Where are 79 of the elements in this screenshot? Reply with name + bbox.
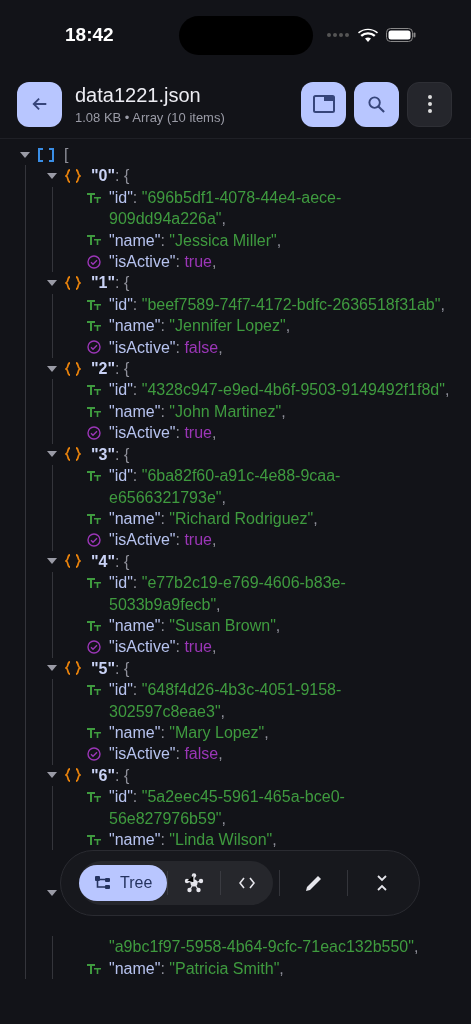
- collapse-chevrons-icon: [375, 875, 388, 892]
- json-field-line: "isActive": false,: [109, 337, 224, 358]
- object-braces-icon: [65, 361, 81, 376]
- json-field-line: "name": "Richard Rodriguez",: [109, 508, 319, 529]
- json-field-line: "id": "4328c947-e9ed-4b6f-9503-9149492f1f8d",: [109, 380, 451, 401]
- text-type-icon: [87, 469, 101, 482]
- json-field-line: "name": "Linda Wilson",: [109, 830, 278, 850]
- json-field-line: "isActive": true,: [109, 530, 218, 551]
- object-key: "4": {: [91, 550, 130, 573]
- file-info: 1.08 KB • Array (10 items): [75, 109, 226, 125]
- text-type-icon: [87, 683, 101, 696]
- check-circle-icon: [87, 254, 101, 269]
- object-key: "3": {: [91, 443, 130, 466]
- json-field-line: "isActive": false,: [109, 744, 224, 765]
- json-field-line: "name": "Susan Brown",: [109, 615, 282, 636]
- json-field-line: "name": "Patricia Smith",: [109, 958, 285, 979]
- object-braces-icon: [65, 554, 81, 569]
- file-title: data1221.json: [75, 83, 202, 107]
- object-braces-icon: [65, 661, 81, 676]
- text-type-icon: [87, 512, 101, 525]
- text-type-icon: [87, 833, 101, 846]
- json-field-line: "id": "648f4d26-4b3c-4051-9158-302597c8eae3",: [109, 680, 343, 722]
- json-field-line: "id": "6ba82f60-a91c-4e88-9caa-e6566321793e",: [109, 466, 342, 508]
- json-field-line: "isActive": true,: [109, 252, 218, 273]
- json-field-line: "isActive": true,: [109, 423, 218, 444]
- json-field-line: "name": "Mary Lopez",: [109, 722, 270, 743]
- text-type-icon: [87, 384, 101, 397]
- search-icon: [367, 94, 386, 114]
- check-circle-icon: [87, 640, 101, 655]
- check-circle-icon: [87, 533, 101, 547]
- text-type-icon: [87, 405, 101, 418]
- tree-icon: [95, 876, 111, 891]
- text-type-icon: [87, 319, 101, 332]
- text-type-icon: [87, 962, 101, 975]
- json-field-line: "id": "5a2eec45-5961-465a-bce0-56e827976b59",: [109, 787, 346, 829]
- panel-button[interactable]: [301, 81, 346, 127]
- text-type-icon: [87, 298, 101, 311]
- object-braces-icon: [65, 169, 81, 184]
- text-type-icon: [87, 790, 101, 803]
- text-type-icon: [87, 619, 101, 632]
- json-field-line: "id": "beef7589-74f7-4172-bdfc-2636518f31ab",: [109, 294, 446, 315]
- pencil-icon: [304, 874, 323, 893]
- object-key: "2": {: [91, 358, 130, 380]
- back-arrow-icon: [30, 95, 49, 113]
- object-key: "1": {: [91, 272, 130, 294]
- array-bracket: [: [64, 145, 69, 165]
- check-circle-icon: [87, 425, 101, 440]
- json-field-line: "id": "e77b2c19-e769-4606-b83e-5033b9a9fecb",: [109, 573, 347, 615]
- text-type-icon: [87, 234, 101, 247]
- window-icon: [312, 95, 335, 113]
- json-field-line: "isActive": true,: [109, 637, 218, 658]
- more-icon: [427, 95, 432, 113]
- clock-time: 18:42: [65, 24, 115, 46]
- object-key: "0": {: [91, 165, 130, 187]
- battery-icon: [386, 28, 416, 42]
- network-icon: [184, 873, 205, 894]
- check-circle-icon: [87, 340, 101, 355]
- json-field-line: "name": "Jennifer Lopez",: [109, 316, 292, 337]
- json-field-line: "name": "John Martinez",: [109, 401, 287, 422]
- json-field-line: "id": "696b5df1-4078-44e4-aece-909dd94a226a",: [109, 187, 343, 230]
- code-icon: [239, 877, 256, 890]
- more-button[interactable]: [407, 81, 452, 127]
- back-button[interactable]: [17, 81, 62, 127]
- object-braces-icon: [65, 768, 81, 783]
- object-braces-icon: [65, 447, 81, 462]
- text-type-icon: [87, 191, 101, 204]
- signal-dots-icon: [326, 32, 350, 38]
- text-type-icon: [87, 726, 101, 739]
- json-field-line: "name": "Jessica Miller",: [109, 230, 283, 251]
- tree-view-tab[interactable]: Tree: [79, 865, 168, 902]
- search-button[interactable]: [354, 81, 399, 127]
- array-brackets-icon: [38, 147, 54, 162]
- object-key: "5": {: [91, 657, 130, 680]
- json-field-line: "a9bc1f97-5958-4b64-9cfc-71eac132b550",: [109, 937, 420, 958]
- object-key: "6": {: [91, 764, 130, 787]
- check-circle-icon: [87, 747, 101, 762]
- wifi-icon: [358, 27, 378, 43]
- object-braces-icon: [65, 276, 81, 291]
- text-type-icon: [87, 576, 101, 589]
